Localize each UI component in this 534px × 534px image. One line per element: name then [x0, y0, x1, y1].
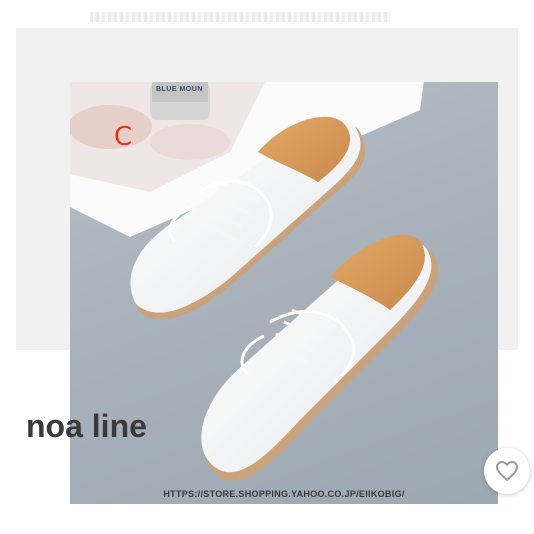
store-url-caption: HTTPS://STORE.SHOPPING.YAHOO.CO.JP/EIIKO…	[163, 489, 405, 499]
decorative-stripe	[90, 12, 390, 22]
variant-letter: C	[114, 122, 133, 152]
heart-outline-icon	[496, 461, 518, 481]
magazine-text: BLUE MOUN	[156, 86, 203, 93]
favorite-button[interactable]	[484, 448, 530, 494]
brand-name: noa line	[26, 408, 147, 444]
